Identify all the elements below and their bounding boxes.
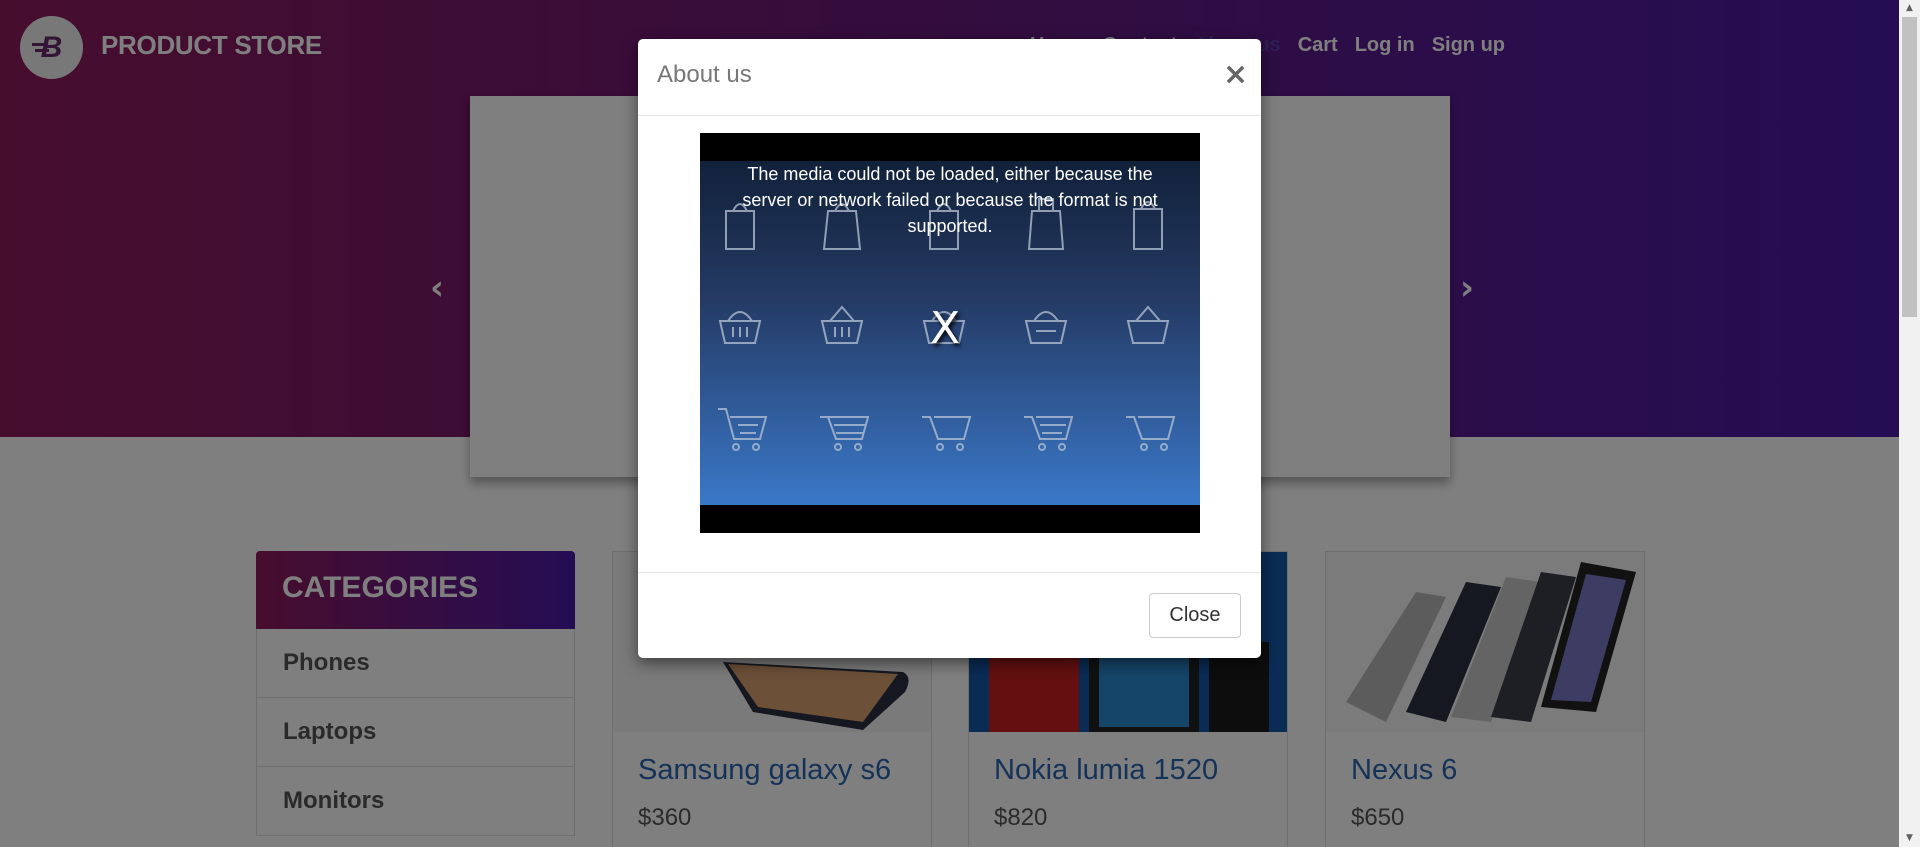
close-icon[interactable]: × [1223, 57, 1248, 92]
basket-icon [820, 305, 864, 344]
scroll-up-arrow-icon[interactable]: ▲ [1899, 0, 1920, 17]
close-button[interactable]: Close [1149, 593, 1241, 638]
cart-icon [1126, 416, 1176, 451]
basket-icon [1126, 305, 1170, 344]
about-us-modal: About us × The media could not be loaded… [638, 39, 1261, 658]
basket-icon [1024, 311, 1068, 344]
modal-header: About us × [638, 39, 1261, 116]
cart-icon [922, 416, 972, 451]
modal-footer: Close [638, 572, 1261, 658]
modal-title: About us [657, 61, 752, 88]
basket-icon [718, 311, 762, 344]
video-error-x-mark: X [930, 303, 961, 354]
scroll-down-arrow-icon[interactable]: ▼ [1899, 830, 1920, 847]
cart-icon [718, 408, 768, 451]
cart-icon [820, 416, 870, 451]
video-player[interactable]: The media could not be loaded, either be… [700, 133, 1200, 533]
scrollbar[interactable]: ▲ ▼ [1899, 0, 1920, 847]
video-error-message: The media could not be loaded, either be… [742, 164, 1158, 236]
scrollbar-thumb[interactable] [1902, 17, 1917, 317]
cart-icon [1024, 416, 1074, 451]
